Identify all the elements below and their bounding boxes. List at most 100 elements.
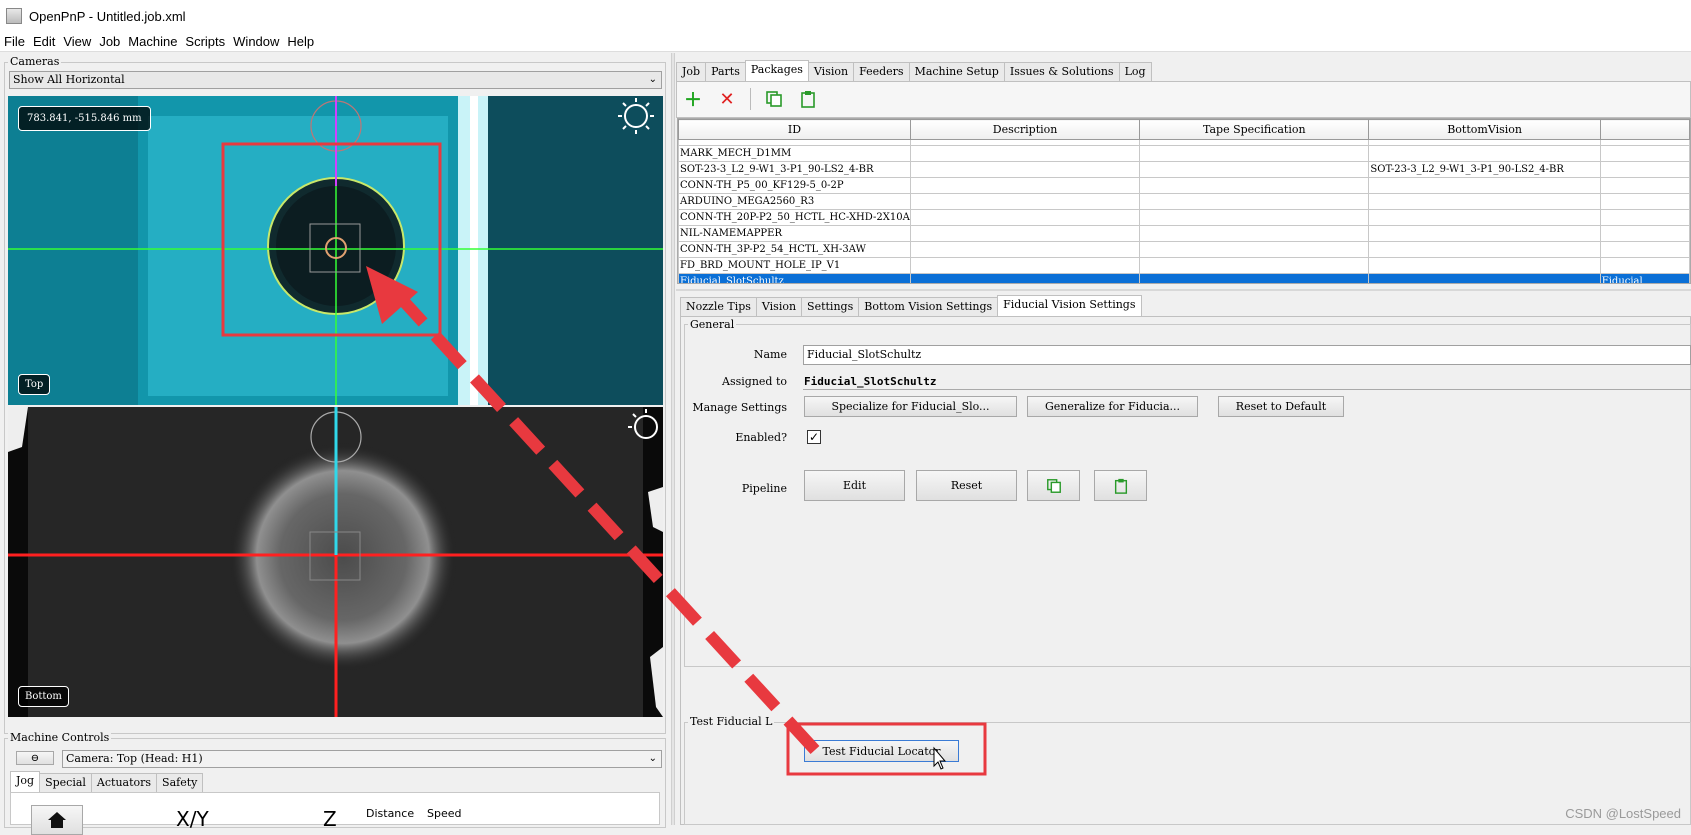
tab-machine-setup[interactable]: Machine Setup [908,62,1005,81]
cell-extra [1599,177,1690,194]
menu-job[interactable]: Job [97,34,126,49]
copy-package-button[interactable] [763,88,785,110]
collapse-icon: ⊖ [30,752,40,764]
menu-help[interactable]: Help [285,34,320,49]
cell-tape [1139,225,1370,242]
generalize-button[interactable]: Generalize for Fiducia... [1027,396,1198,417]
cell-id: SOT-23-3_L2_9-W1_3-P1_90-LS2_4-BR [678,161,911,178]
column-header-description[interactable]: Description [909,119,1141,140]
table-row[interactable]: CONN-TH_20P-P2_50_HCTL_HC-XHD-2X10A [678,209,1690,226]
paste-package-button[interactable] [797,88,819,110]
top-camera-label: Top [18,374,51,395]
tab-parts[interactable]: Parts [705,62,746,81]
tab-safety[interactable]: Safety [156,773,204,792]
split-pane-divider[interactable] [671,53,675,825]
table-row[interactable]: NIL-NAMEMAPPER [678,225,1690,242]
app-icon [6,8,22,24]
paste-icon [1114,478,1127,494]
tab-issues-solutions[interactable]: Issues & Solutions [1003,62,1120,81]
cell-extra [1599,145,1690,162]
cell-tape [1139,161,1370,178]
packages-toolbar-area [676,81,1691,118]
specialize-button[interactable]: Specialize for Fiducial_Slo... [804,396,1017,417]
assigned-to-value: Fiducial_SlotSchultz [804,375,937,388]
menu-window[interactable]: Window [231,34,285,49]
table-row[interactable]: CONN-TH_P5_00_KF129-5_0-2P [678,177,1690,194]
tab-log[interactable]: Log [1118,62,1152,81]
reset-to-default-button[interactable]: Reset to Default [1218,396,1344,417]
menu-machine[interactable]: Machine [126,34,183,49]
cell-bottom-vision [1368,273,1601,283]
coordinate-readout: 783.841, -515.846 mm [18,106,151,131]
table-header-row: ID Description Tape Specification Bottom… [678,119,1690,140]
tab-job[interactable]: Job [676,62,707,81]
cell-extra [1599,257,1690,274]
packages-table[interactable]: ID Description Tape Specification Bottom… [677,118,1691,284]
cell-id: ARDUINO_MEGA2560_R3 [678,193,911,210]
collapse-button[interactable]: ⊖ [16,751,54,765]
pipeline-edit-button[interactable]: Edit [804,470,905,501]
cell-description [909,209,1141,226]
table-row[interactable]: ARDUINO_MEGA2560_R3 [678,193,1690,210]
tab-feeders[interactable]: Feeders [853,62,910,81]
chevron-down-icon: ⌄ [648,753,657,764]
pipeline-label: Pipeline [741,482,787,495]
bottom-camera-view[interactable]: Bottom [8,407,663,717]
tab-nozzle-tips[interactable]: Nozzle Tips [680,297,757,316]
column-header-id[interactable]: ID [678,119,911,140]
general-legend: General [688,318,737,331]
pipeline-paste-button[interactable] [1094,470,1147,501]
tab-fiducial-vision-settings[interactable]: Fiducial Vision Settings [997,295,1142,316]
cell-bottom-vision [1368,193,1601,210]
tab-bottom-vision-settings[interactable]: Bottom Vision Settings [858,297,999,316]
table-row[interactable]: MARK_MECH_D1MM [678,145,1690,162]
enabled-checkbox[interactable]: ✓ [807,430,821,444]
camera-layout-select[interactable]: Show All Horizontal ⌄ [9,71,662,89]
cell-description [909,241,1141,258]
table-row-selected[interactable]: Fiducial_SlotSchultz Fiducial [678,273,1690,283]
test-fiducial-locator-button[interactable]: Test Fiducial Locator [804,740,959,762]
column-header-overflow[interactable] [1599,119,1690,140]
machine-controls-legend: Machine Controls [8,731,112,744]
pipeline-reset-button[interactable]: Reset [916,470,1017,501]
pipeline-copy-button[interactable] [1027,470,1080,501]
menu-edit[interactable]: Edit [31,34,61,49]
menu-scripts[interactable]: Scripts [183,34,231,49]
top-camera-image [8,96,663,405]
name-field[interactable]: Fiducial_SlotSchultz [803,345,1691,365]
paste-icon [801,91,815,108]
tab-vision-detail[interactable]: Vision [755,297,803,316]
table-row[interactable]: SOT-23-3_L2_9-W1_3-P1_90-LS2_4-BR SOT-23-… [678,161,1690,178]
cell-id: CONN-TH_3P-P2_54_HCTL_XH-3AW [678,241,911,258]
machine-camera-select[interactable]: Camera: Top (Head: H1) ⌄ [62,750,662,768]
table-row[interactable]: FD_BRD_MOUNT_HOLE_IP_V1 [678,257,1690,274]
delete-package-button[interactable]: ✕ [716,88,738,110]
column-header-bottom-vision[interactable]: BottomVision [1368,119,1601,140]
tab-special[interactable]: Special [39,773,92,792]
cell-tape [1139,177,1370,194]
tab-vision[interactable]: Vision [807,62,855,81]
split-divider-horizontal[interactable] [676,289,1691,291]
menu-view[interactable]: View [61,34,97,49]
add-package-button[interactable]: ＋ [682,88,704,111]
table-row[interactable]: CONN-TH_3P-P2_54_HCTL_XH-3AW [678,241,1690,258]
detail-tabs: Nozzle Tips Vision Settings Bottom Visio… [680,295,1142,316]
cell-id: Fiducial_SlotSchultz [678,273,911,283]
main-tabs: Job Parts Packages Vision Feeders Machin… [676,60,1152,81]
home-button[interactable] [31,805,83,835]
cell-id: NIL-NAMEMAPPER [678,225,911,242]
tab-actuators[interactable]: Actuators [90,773,158,792]
top-camera-view[interactable]: 783.841, -515.846 mm Top [8,96,663,405]
tab-jog[interactable]: Jog [10,771,41,792]
copy-icon [766,91,782,107]
cell-bottom-vision [1368,145,1601,162]
machine-camera-value: Camera: Top (Head: H1) [66,752,203,765]
cell-description [909,193,1141,210]
bottom-camera-image [8,407,663,717]
tab-settings[interactable]: Settings [801,297,860,316]
cell-tape [1139,273,1370,283]
menu-file[interactable]: File [2,34,31,49]
tab-packages[interactable]: Packages [744,60,809,81]
watermark: CSDN @LostSpeed [1565,806,1681,821]
column-header-tape-specification[interactable]: Tape Specification [1139,119,1370,140]
